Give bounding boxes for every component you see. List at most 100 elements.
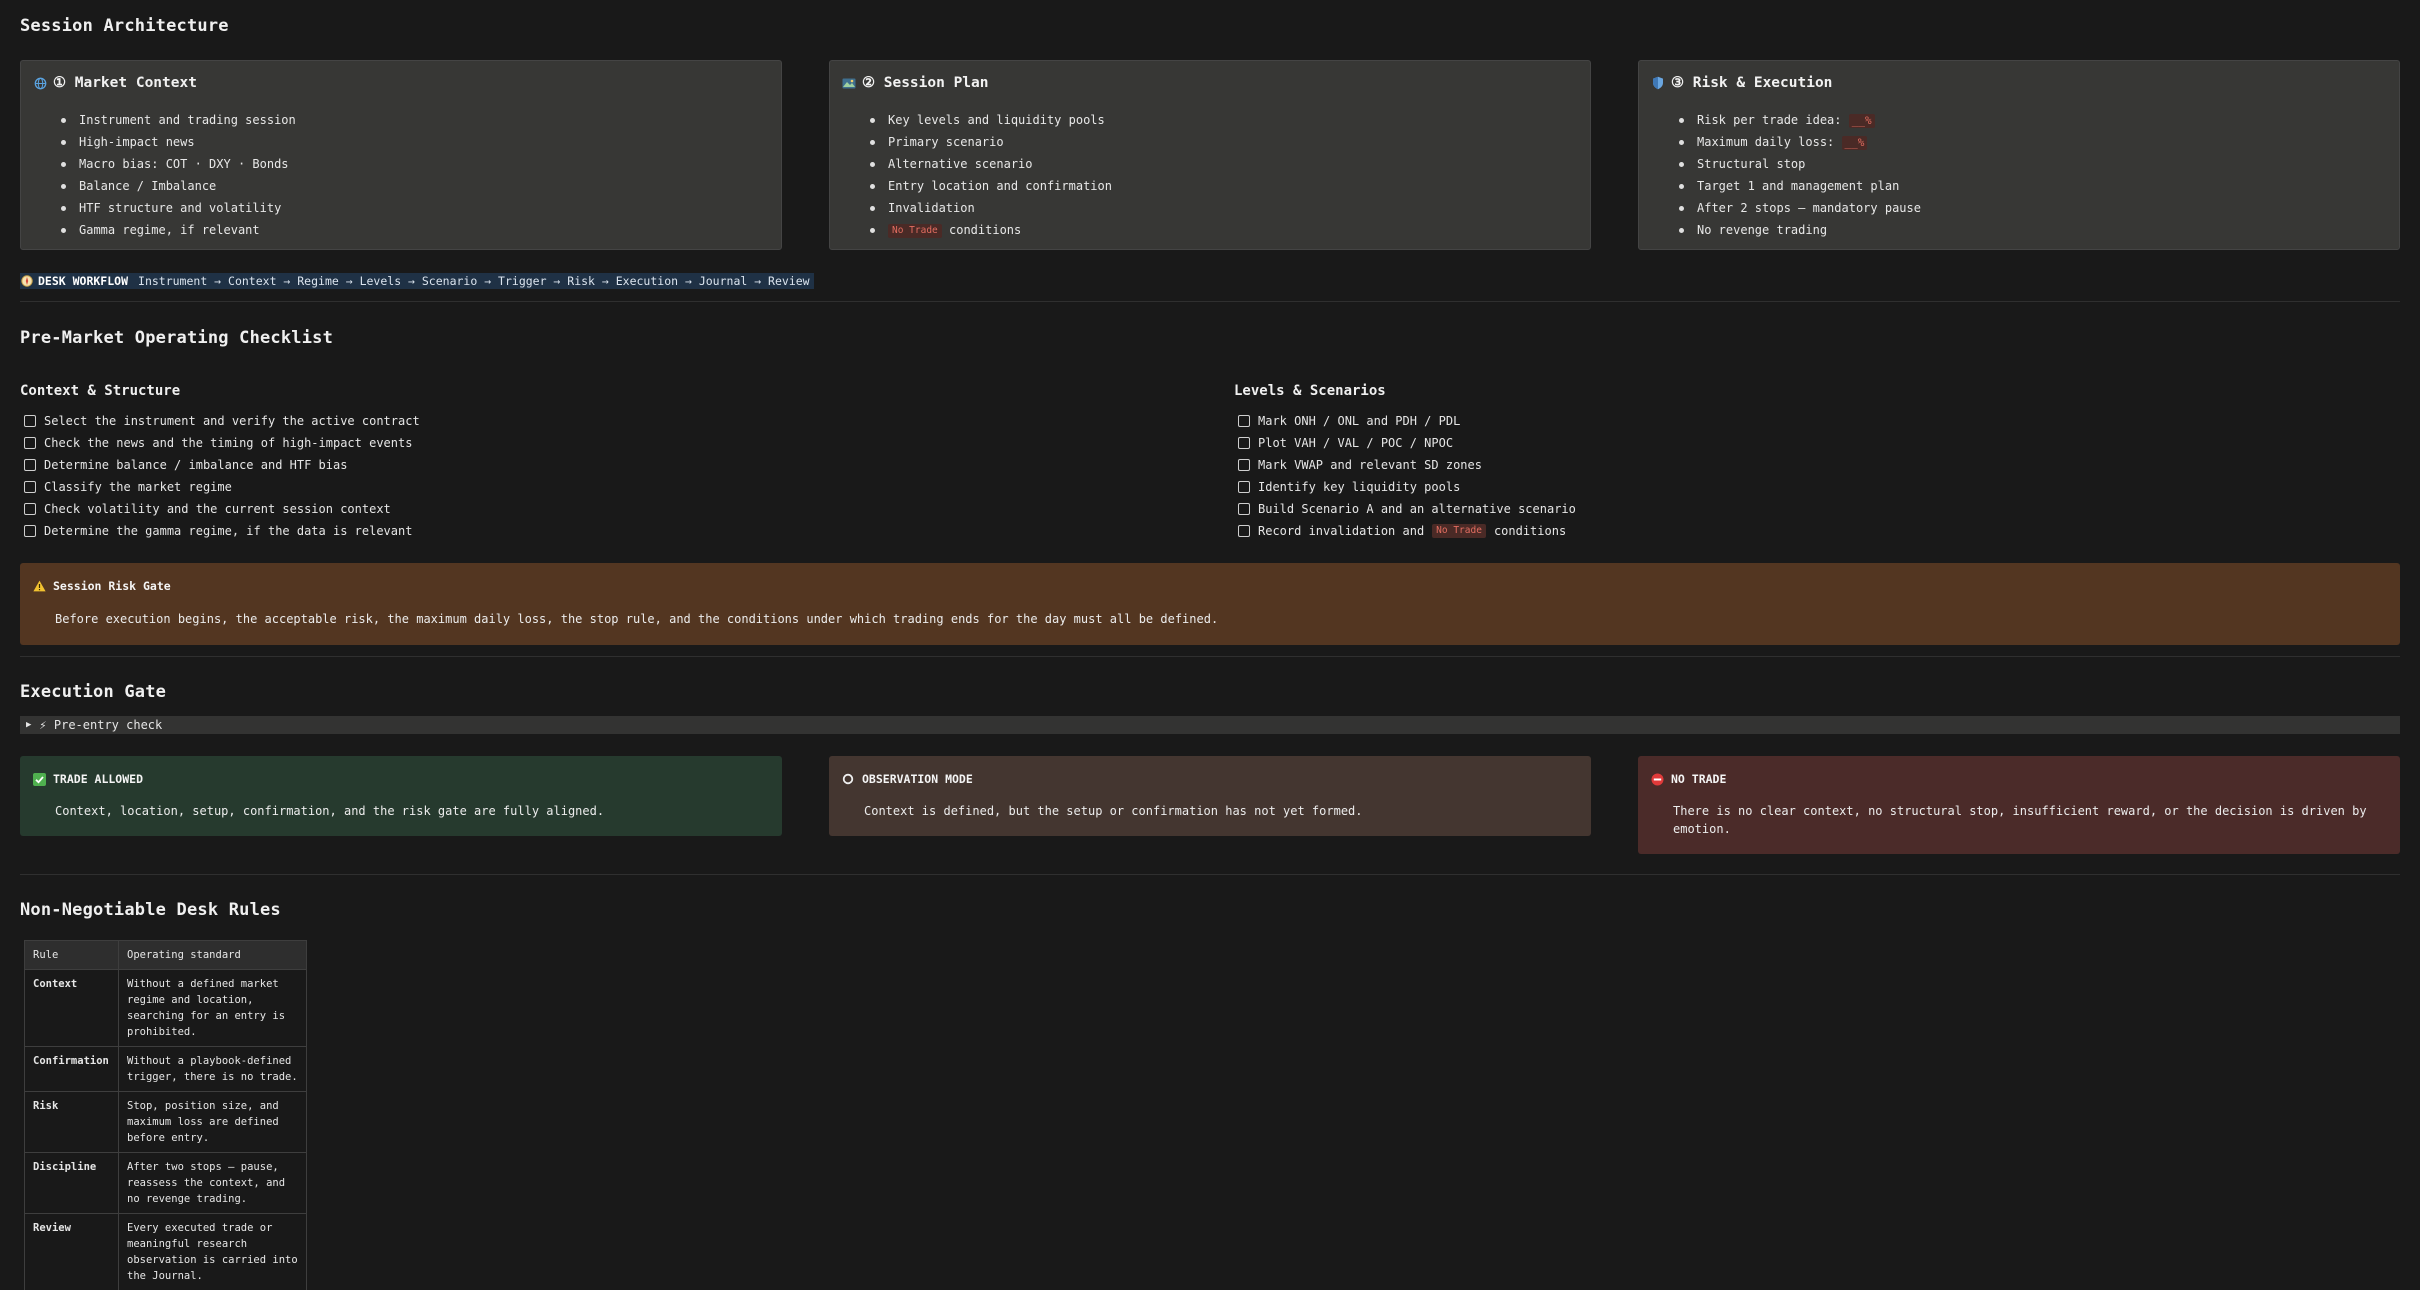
list-item: Entry location and confirmation [870, 175, 1112, 197]
workflow-steps: Instrument → Context → Regime → Levels →… [138, 274, 810, 288]
risk-execution-list: Risk per trade idea: __% Maximum daily l… [1679, 109, 1921, 241]
list-item: HTF structure and volatility [61, 197, 296, 219]
checklist-item[interactable]: Mark ONH / ONL and PDH / PDL [1238, 414, 1460, 428]
checklist-item[interactable]: Build Scenario A and an alternative scen… [1238, 502, 1576, 516]
callout-title: TRADE ALLOWED [53, 772, 144, 786]
list-item: Macro bias: COT · DXY · Bonds [61, 153, 296, 175]
table-row: Risk Stop, position size, and maximum lo… [24, 1091, 307, 1153]
workflow-label: DESK WORKFLOW [38, 274, 129, 288]
no-trade-tag: No Trade [888, 224, 942, 238]
card-title: ③ Risk & Execution [1671, 75, 1833, 91]
observation-mode-callout: OBSERVATION MODE Context is defined, but… [829, 756, 1591, 836]
list-item: High-impact news [61, 131, 296, 153]
trade-allowed-callout: TRADE ALLOWED Context, location, setup, … [20, 756, 782, 836]
list-item: No revenge trading [1679, 219, 1921, 241]
checklist-item[interactable]: Mark VWAP and relevant SD zones [1238, 458, 1482, 472]
pre-entry-check-toggle[interactable]: ▶ ⚡ Pre-entry check [20, 716, 2400, 734]
rule-standard: Without a defined market regime and loca… [118, 969, 307, 1047]
checklist-item[interactable]: Determine the gamma regime, if the data … [24, 524, 412, 538]
desk-workflow-banner: DESK WORKFLOW Instrument → Context → Reg… [20, 273, 814, 289]
list-item: Target 1 and management plan [1679, 175, 1921, 197]
globe-icon [33, 76, 47, 90]
checklist-item[interactable]: Identify key liquidity pools [1238, 480, 1460, 494]
table-row: Discipline After two stops — pause, reas… [24, 1152, 307, 1214]
checklist-item[interactable]: Determine balance / imbalance and HTF bi… [24, 458, 347, 472]
risk-per-trade-value[interactable]: __% [1848, 114, 1875, 128]
callout-title: Session Risk Gate [53, 579, 171, 593]
risk-execution-card: ③ Risk & Execution Risk per trade idea: … [1638, 60, 2400, 250]
rule-name: Risk [24, 1091, 119, 1153]
warning-icon [32, 579, 46, 593]
divider [20, 301, 2400, 302]
table-header-row: Rule Operating standard [24, 940, 307, 970]
checkbox[interactable] [1238, 525, 1250, 537]
list-item: After 2 stops — mandatory pause [1679, 197, 1921, 219]
checkbox[interactable] [24, 481, 36, 493]
no-entry-icon [1650, 772, 1664, 786]
list-item: Maximum daily loss: __% [1679, 131, 1921, 153]
checkbox[interactable] [1238, 459, 1250, 471]
context-structure-title: Context & Structure [20, 383, 181, 399]
rule-name: Review [24, 1213, 119, 1290]
list-item: Key levels and liquidity pools [870, 109, 1112, 131]
rule-standard: After two stops — pause, reassess the co… [118, 1152, 307, 1214]
checklist-item[interactable]: Select the instrument and verify the act… [24, 414, 420, 428]
circle-icon [841, 772, 855, 786]
list-item: Balance / Imbalance [61, 175, 296, 197]
rule-name: Context [24, 969, 119, 1047]
table-row: Confirmation Without a playbook-defined … [24, 1046, 307, 1092]
checkbox[interactable] [1238, 481, 1250, 493]
section-title-checklist: Pre-Market Operating Checklist [20, 328, 334, 348]
desk-rules-table: Rule Operating standard Context Without … [24, 940, 307, 1290]
list-item: No Trade conditions [870, 219, 1112, 241]
checklist-item[interactable]: Classify the market regime [24, 480, 232, 494]
checkbox[interactable] [24, 525, 36, 537]
checkbox[interactable] [1238, 437, 1250, 449]
map-icon [842, 76, 856, 90]
divider [20, 656, 2400, 657]
table-row: Context Without a defined market regime … [24, 969, 307, 1047]
rule-standard: Stop, position size, and maximum loss ar… [118, 1091, 307, 1153]
checklist-item[interactable]: Check volatility and the current session… [24, 502, 391, 516]
triangle-right-icon[interactable]: ▶ [26, 720, 31, 730]
checklist-item[interactable]: Check the news and the timing of high-im… [24, 436, 412, 450]
checkbox[interactable] [24, 503, 36, 515]
callout-title: NO TRADE [1671, 772, 1727, 786]
callout-body: Before execution begins, the acceptable … [55, 612, 1219, 626]
list-item: Structural stop [1679, 153, 1921, 175]
rule-standard: Every executed trade or meaningful resea… [118, 1213, 307, 1290]
callout-body: There is no clear context, no structural… [1673, 804, 2367, 836]
column-header: Rule [24, 940, 119, 970]
table-row: Review Every executed trade or meaningfu… [24, 1213, 307, 1290]
rule-name: Discipline [24, 1152, 119, 1214]
market-context-list: Instrument and trading session High-impa… [61, 109, 296, 241]
checklist-item[interactable]: Plot VAH / VAL / POC / NPOC [1238, 436, 1453, 450]
session-plan-list: Key levels and liquidity pools Primary s… [870, 109, 1112, 241]
list-item: Risk per trade idea: __% [1679, 109, 1921, 131]
no-trade-callout: NO TRADE There is no clear context, no s… [1638, 756, 2400, 854]
divider [20, 874, 2400, 875]
compass-icon [20, 274, 34, 288]
levels-scenarios-title: Levels & Scenarios [1234, 383, 1386, 399]
callout-body: Context, location, setup, confirmation, … [55, 804, 605, 818]
checklist-item[interactable]: Record invalidation and No Trade condition… [1238, 524, 1566, 538]
card-title: ② Session Plan [862, 75, 989, 91]
section-title-architecture: Session Architecture [20, 16, 229, 36]
session-plan-card: ② Session Plan Key levels and liquidity … [829, 60, 1591, 250]
rule-standard: Without a playbook-defined trigger, ther… [118, 1046, 307, 1092]
max-daily-loss-value[interactable]: __% [1841, 136, 1868, 150]
rule-name: Confirmation [24, 1046, 119, 1092]
list-item: Invalidation [870, 197, 1112, 219]
market-context-card: ① Market Context Instrument and trading … [20, 60, 782, 250]
checkbox[interactable] [24, 415, 36, 427]
list-item: Gamma regime, if relevant [61, 219, 296, 241]
callout-body: Context is defined, but the setup or con… [864, 804, 1363, 818]
column-header: Operating standard [118, 940, 307, 970]
session-risk-gate-callout: Session Risk Gate Before execution begin… [20, 563, 2400, 645]
checkbox[interactable] [1238, 503, 1250, 515]
callout-title: OBSERVATION MODE [862, 772, 973, 786]
card-title: ① Market Context [53, 75, 197, 91]
checkbox[interactable] [24, 459, 36, 471]
checkbox[interactable] [1238, 415, 1250, 427]
checkbox[interactable] [24, 437, 36, 449]
